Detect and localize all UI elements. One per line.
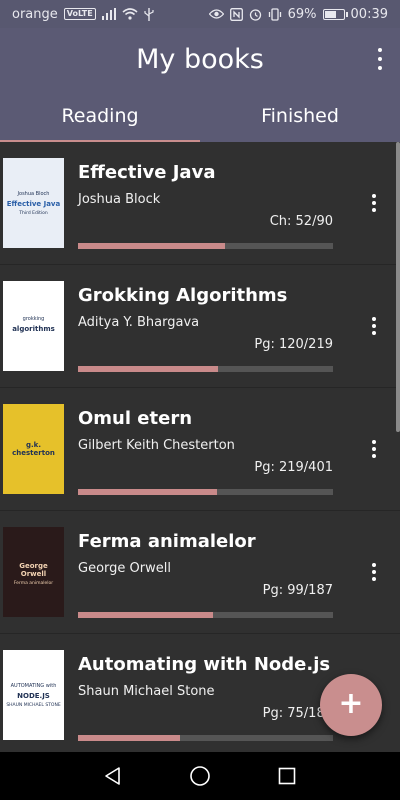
book-author: Gilbert Keith Chesterton xyxy=(78,438,235,453)
book-list-item[interactable]: grokking algorithms Grokking Algorithms Adi… xyxy=(0,265,400,388)
progress-bar-fill xyxy=(78,489,218,495)
book-progress-text: Pg: 219/401 xyxy=(254,460,333,475)
cover-main-text: algorithms xyxy=(12,325,55,333)
home-icon[interactable] xyxy=(185,761,215,791)
progress-bar-fill xyxy=(78,735,181,741)
book-cover-image: AUTOMATING with NODE.JS SHAUN MICHAEL STON… xyxy=(3,650,64,740)
book-cover-image: Joshua Bloch Effective Java Third Edition xyxy=(3,158,64,248)
progress-bar-fill xyxy=(78,366,218,372)
progress-bar-fill xyxy=(78,612,213,618)
cover-top-text: Joshua Bloch xyxy=(17,190,50,197)
book-cover-image: g.k. chesterton xyxy=(3,404,64,494)
tab-bar: Reading Finished xyxy=(0,100,400,143)
book-progress-text: Pg: 120/219 xyxy=(254,337,333,352)
status-bar: orange VoLTE 69% 00:39 xyxy=(0,0,400,28)
cover-main-text: g.k. chesterton xyxy=(12,441,55,457)
book-title: Automating with Node.js xyxy=(78,654,331,675)
app-bar: My books Reading Finished xyxy=(0,28,400,143)
cover-sub-text: SHAUN MICHAEL STONE xyxy=(6,702,61,708)
more-vert-icon[interactable] xyxy=(370,194,378,212)
book-author: George Orwell xyxy=(78,561,171,576)
book-list-item[interactable]: g.k. chesterton Omul etern Gilbert Keith C… xyxy=(0,388,400,511)
battery-icon xyxy=(322,8,348,20)
book-cover-image: grokking algorithms xyxy=(3,281,64,371)
book-cover-image: George Orwell Ferma animalelor xyxy=(3,527,64,617)
cover-main-text: NODE.JS xyxy=(17,691,50,700)
vibrate-icon xyxy=(268,7,281,21)
wifi-icon xyxy=(122,8,138,20)
cover-main-text: George Orwell xyxy=(19,561,48,578)
progress-bar xyxy=(78,735,333,741)
carrier-label: orange xyxy=(12,6,58,22)
book-progress-text: Pg: 99/187 xyxy=(262,583,333,598)
more-vert-icon[interactable] xyxy=(370,440,378,458)
progress-bar xyxy=(78,366,333,372)
back-icon[interactable] xyxy=(98,761,128,791)
more-vert-icon[interactable] xyxy=(376,48,384,70)
eye-icon xyxy=(208,9,224,19)
progress-bar xyxy=(78,243,333,249)
cover-top-text: AUTOMATING with xyxy=(10,682,57,689)
signal-icon xyxy=(101,8,116,20)
more-vert-icon[interactable] xyxy=(370,563,378,581)
cover-sub-text: Third Edition xyxy=(19,210,48,216)
book-author: Joshua Block xyxy=(78,192,161,207)
book-progress-text: Ch: 52/90 xyxy=(269,214,333,229)
book-list: Joshua Bloch Effective Java Third Edition E… xyxy=(0,142,400,752)
app-root: orange VoLTE 69% 00:39 My books Reading … xyxy=(0,0,400,800)
recents-icon[interactable] xyxy=(272,761,302,791)
cover-top-text: grokking xyxy=(22,316,45,322)
battery-percent: 69% xyxy=(287,6,317,22)
book-title: Omul etern xyxy=(78,408,193,429)
book-author: Shaun Michael Stone xyxy=(78,684,215,699)
navigation-bar xyxy=(0,752,400,800)
add-icon: + xyxy=(338,686,364,721)
usb-icon xyxy=(144,7,154,21)
more-vert-icon[interactable] xyxy=(370,317,378,335)
scrollbar[interactable] xyxy=(396,142,400,432)
book-list-item[interactable]: George Orwell Ferma animalelor Ferma anima… xyxy=(0,511,400,634)
book-title: Ferma animalelor xyxy=(78,531,256,552)
tab-finished[interactable]: Finished xyxy=(200,100,400,142)
page-title: My books xyxy=(136,44,264,75)
battery-level xyxy=(324,10,337,18)
cover-main-text: Effective Java xyxy=(6,199,61,208)
progress-bar xyxy=(78,612,333,618)
book-list-item[interactable]: Joshua Bloch Effective Java Third Edition E… xyxy=(0,142,400,265)
volte-badge: VoLTE xyxy=(63,8,96,20)
add-book-button[interactable]: + xyxy=(320,674,382,736)
tab-reading[interactable]: Reading xyxy=(0,100,200,143)
book-title: Effective Java xyxy=(78,162,216,183)
clock: 00:39 xyxy=(350,6,388,22)
cover-sub-text: Ferma animalelor xyxy=(13,580,54,586)
book-title: Grokking Algorithms xyxy=(78,285,288,306)
alarm-icon xyxy=(249,8,261,21)
progress-bar xyxy=(78,489,333,495)
nfc-icon xyxy=(229,7,243,21)
book-author: Aditya Y. Bhargava xyxy=(78,315,200,330)
progress-bar-fill xyxy=(78,243,226,249)
